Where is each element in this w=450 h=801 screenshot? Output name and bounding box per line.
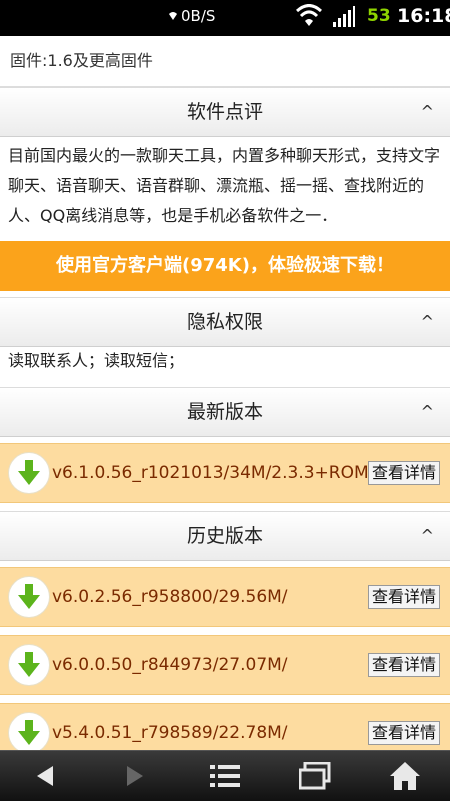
menu-button[interactable] <box>180 751 270 801</box>
status-bar: 0B/S 53 16:18 <box>0 0 450 36</box>
download-icon[interactable] <box>8 644 50 686</box>
net-speed-text: 0B/S <box>181 7 216 25</box>
privacy-text: 读取联系人；读取短信； <box>0 347 450 387</box>
download-icon[interactable] <box>8 576 50 618</box>
back-icon[interactable] <box>35 764 55 788</box>
home-button[interactable] <box>360 751 450 801</box>
review-title: 软件点评 <box>186 101 263 123</box>
version-text[interactable]: v6.0.0.50_r844973/27.07M/ <box>52 636 288 694</box>
windows-button[interactable] <box>270 751 360 801</box>
history-version-title: 历史版本 <box>186 525 263 547</box>
download-client-banner[interactable]: 使用官方客户端(974K)，体验极速下载！ <box>0 241 450 291</box>
review-text: 目前国内最火的一款聊天工具，内置多种聊天形式，支持文字聊天、语音聊天、语音群聊、… <box>0 137 450 239</box>
signal-icon <box>333 6 355 32</box>
wifi-small-icon <box>168 7 178 25</box>
wifi-icon <box>295 4 323 32</box>
clock: 16:18 <box>397 5 450 27</box>
privacy-header[interactable]: 隐私权限 ^ <box>0 297 450 347</box>
view-details-button[interactable]: 查看详情 <box>367 721 440 745</box>
version-row[interactable]: v5.4.0.51_r798589/22.78M/ 查看详情 <box>0 703 450 750</box>
version-row[interactable]: v6.0.0.50_r844973/27.07M/ 查看详情 <box>0 635 450 695</box>
firmware-requirement: 固件:1.6及更高固件 <box>0 36 450 87</box>
history-version-header[interactable]: 历史版本 ^ <box>0 511 450 561</box>
forward-button[interactable] <box>90 751 180 801</box>
browser-toolbar <box>0 750 450 801</box>
net-speed: 0B/S <box>168 7 215 25</box>
view-details-button[interactable]: 查看详情 <box>367 585 440 609</box>
home-icon[interactable] <box>389 761 421 791</box>
version-text[interactable]: v6.0.2.56_r958800/29.56M/ <box>52 568 288 626</box>
download-icon[interactable] <box>8 452 50 494</box>
forward-icon[interactable] <box>125 764 145 788</box>
privacy-title: 隐私权限 <box>186 311 263 333</box>
view-details-button[interactable]: 查看详情 <box>367 461 440 485</box>
collapse-caret-icon[interactable]: ^ <box>421 388 434 436</box>
collapse-caret-icon[interactable]: ^ <box>421 298 434 346</box>
version-row[interactable]: v6.1.0.56_r1021013/34M/2.3.3+ROM 查看详情 <box>0 443 450 503</box>
menu-icon[interactable] <box>210 764 240 788</box>
page-content: 固件:1.6及更高固件 软件点评 ^ 目前国内最火的一款聊天工具，内置多种聊天形… <box>0 36 450 750</box>
collapse-caret-icon[interactable]: ^ <box>421 512 434 560</box>
view-details-button[interactable]: 查看详情 <box>367 653 440 677</box>
latest-version-header[interactable]: 最新版本 ^ <box>0 387 450 437</box>
version-row[interactable]: v6.0.2.56_r958800/29.56M/ 查看详情 <box>0 567 450 627</box>
battery-level: 53 <box>367 6 391 26</box>
collapse-caret-icon[interactable]: ^ <box>421 88 434 136</box>
back-button[interactable] <box>0 751 90 801</box>
latest-version-title: 最新版本 <box>186 401 263 423</box>
version-text[interactable]: v6.1.0.56_r1021013/34M/2.3.3+ROM <box>52 444 369 502</box>
windows-icon[interactable] <box>299 762 331 790</box>
download-icon[interactable] <box>8 712 50 750</box>
version-text[interactable]: v5.4.0.51_r798589/22.78M/ <box>52 704 288 750</box>
review-header[interactable]: 软件点评 ^ <box>0 87 450 137</box>
